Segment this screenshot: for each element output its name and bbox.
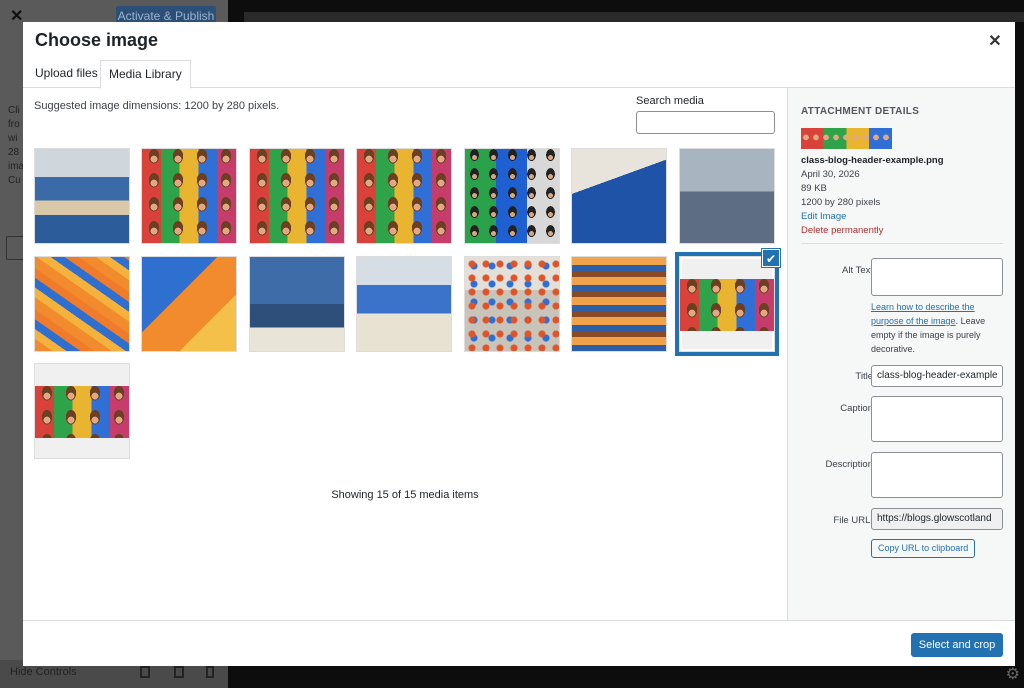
attachment-dimensions: 1200 by 280 pixels — [801, 197, 881, 208]
media-item[interactable] — [571, 148, 667, 244]
alt-text-label: Alt Text — [842, 265, 873, 276]
mobile-icon — [206, 666, 214, 678]
media-item-selected[interactable] — [676, 253, 778, 355]
media-item[interactable] — [34, 363, 130, 459]
attachment-details-sidebar: ATTACHMENT DETAILS class-blog-header-exa… — [787, 88, 1015, 620]
alt-text-field[interactable] — [871, 258, 1003, 296]
suggested-dimensions: Suggested image dimensions: 1200 by 280 … — [34, 100, 280, 112]
copy-url-button[interactable]: Copy URL to clipboard — [871, 539, 976, 558]
alt-text-help: Learn how to describe the purpose of the… — [871, 300, 1005, 356]
media-item[interactable] — [464, 148, 560, 244]
hide-controls-label: Hide Controls — [10, 666, 77, 678]
modal-title: Choose image — [35, 30, 159, 50]
description-label: Description — [825, 459, 873, 470]
media-modal: Choose image ✕ Upload files Media Librar… — [23, 22, 1015, 666]
attachment-date: April 30, 2026 — [801, 169, 860, 180]
tab-upload-files[interactable]: Upload files — [27, 60, 106, 88]
media-thumbnail — [357, 149, 451, 243]
media-item[interactable] — [34, 256, 130, 352]
media-item[interactable] — [679, 148, 775, 244]
media-thumbnail — [250, 149, 344, 243]
media-thumbnail — [250, 257, 344, 351]
media-tabs: Upload files Media Library — [23, 60, 1015, 89]
file-url-field[interactable]: https://blogs.glowscotland — [871, 508, 1003, 530]
media-item[interactable] — [571, 256, 667, 352]
media-thumbnail — [35, 386, 129, 438]
media-item[interactable] — [249, 256, 345, 352]
media-thumbnail — [465, 257, 559, 351]
media-thumbnail — [35, 149, 129, 243]
media-item[interactable] — [356, 148, 452, 244]
attachment-size: 89 KB — [801, 183, 827, 194]
media-thumbnail — [142, 149, 236, 243]
caption-field[interactable] — [871, 396, 1003, 442]
close-button[interactable]: ✕ — [987, 34, 1003, 50]
media-thumbnail — [35, 257, 129, 351]
title-field[interactable]: class-blog-header-example — [871, 365, 1003, 387]
attachment-details-heading: ATTACHMENT DETAILS — [801, 106, 920, 117]
gear-icon: ⚙ — [1005, 666, 1020, 683]
media-thumbnail — [572, 149, 666, 243]
modal-toolbar: Select and crop — [23, 620, 1015, 666]
media-library-content: Suggested image dimensions: 1200 by 280 … — [23, 88, 787, 620]
customizer-text: Cli fro wi 28 ima Cu — [8, 105, 25, 186]
checkmark-icon[interactable]: ✔ — [762, 249, 780, 267]
tablet-icon — [174, 666, 184, 678]
media-thumbnail — [142, 257, 236, 351]
media-item[interactable] — [34, 148, 130, 244]
media-item[interactable] — [249, 148, 345, 244]
divider — [801, 243, 1003, 244]
caption-label: Caption — [840, 403, 873, 414]
media-item[interactable] — [141, 148, 237, 244]
media-thumbnail — [572, 257, 666, 351]
close-icon: ✕ — [10, 8, 24, 25]
media-item[interactable] — [464, 256, 560, 352]
media-thumbnail — [680, 149, 774, 243]
media-item[interactable] — [141, 256, 237, 352]
file-url-label: File URL: — [833, 515, 873, 526]
tab-media-library[interactable]: Media Library — [100, 60, 191, 89]
attachment-thumbnail — [801, 128, 892, 149]
media-thumbnail — [357, 257, 451, 351]
edit-image-link[interactable]: Edit Image — [801, 211, 846, 222]
media-item[interactable] — [356, 256, 452, 352]
desktop-icon — [140, 666, 150, 678]
media-thumbnail — [680, 279, 774, 331]
delete-permanently-link[interactable]: Delete permanently — [801, 225, 883, 236]
media-thumbnail — [465, 149, 559, 243]
search-input[interactable] — [636, 111, 775, 134]
preview-header — [244, 12, 1024, 22]
media-count: Showing 15 of 15 media items — [331, 489, 479, 501]
attachment-filename: class-blog-header-example.png — [801, 155, 944, 166]
search-label: Search media — [636, 95, 704, 107]
select-and-crop-button[interactable]: Select and crop — [911, 633, 1003, 657]
description-field[interactable] — [871, 452, 1003, 498]
